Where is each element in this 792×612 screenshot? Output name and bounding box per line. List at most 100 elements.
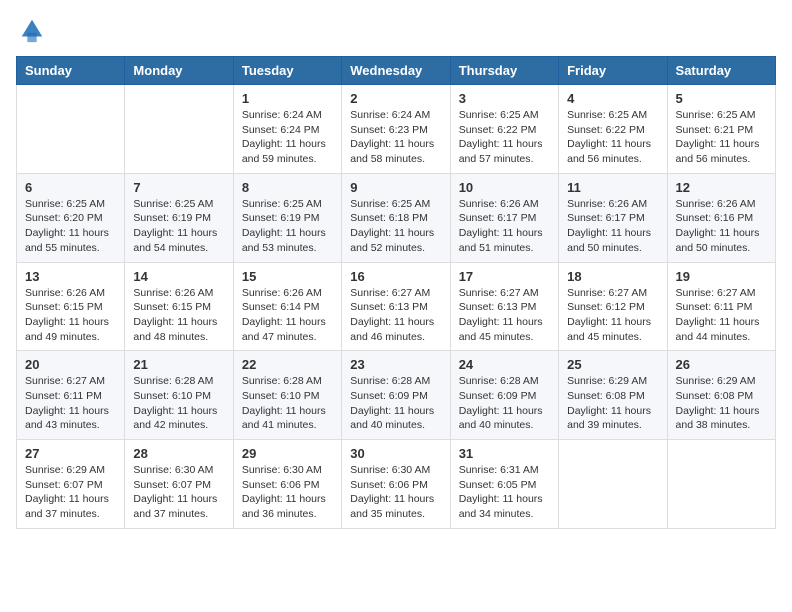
day-info: Sunrise: 6:27 AM Sunset: 6:13 PM Dayligh… xyxy=(459,286,550,345)
calendar-cell: 10 Sunrise: 6:26 AM Sunset: 6:17 PM Dayli… xyxy=(450,173,558,262)
day-number: 20 xyxy=(25,357,116,372)
calendar-cell: 23 Sunrise: 6:28 AM Sunset: 6:09 PM Dayli… xyxy=(342,351,450,440)
day-number: 10 xyxy=(459,180,550,195)
day-info: Sunrise: 6:28 AM Sunset: 6:10 PM Dayligh… xyxy=(242,374,333,433)
calendar-table: SundayMondayTuesdayWednesdayThursdayFrid… xyxy=(16,56,776,529)
day-number: 1 xyxy=(242,91,333,106)
calendar-cell: 8Sunrise: 6:25 AM Sunset: 6:19 PM Daylig… xyxy=(233,173,341,262)
day-info: Sunrise: 6:28 AM Sunset: 6:09 PM Dayligh… xyxy=(350,374,441,433)
day-number: 23 xyxy=(350,357,441,372)
calendar-week-row: 6 Sunrise: 6:25 AM Sunset: 6:20 PM Daylig… xyxy=(17,173,776,262)
day-number: 11 xyxy=(567,180,658,195)
calendar-cell: 6 Sunrise: 6:25 AM Sunset: 6:20 PM Daylig… xyxy=(17,173,125,262)
calendar-cell: 20 Sunrise: 6:27 AM Sunset: 6:11 PM Dayli… xyxy=(17,351,125,440)
calendar-cell: 1 Sunrise: 6:24 AM Sunset: 6:24 PM Daylig… xyxy=(233,85,341,174)
page-header xyxy=(16,16,776,44)
day-info: Sunrise: 6:24 AM Sunset: 6:23 PM Dayligh… xyxy=(350,108,441,167)
day-number: 26 xyxy=(676,357,767,372)
day-info: Sunrise: 6:31 AM Sunset: 6:05 PM Dayligh… xyxy=(459,463,550,522)
day-number: 3 xyxy=(459,91,550,106)
calendar-cell: 7 Sunrise: 6:25 AM Sunset: 6:19 PM Daylig… xyxy=(125,173,233,262)
day-info: Sunrise: 6:25 AM Sunset: 6:22 PM Dayligh… xyxy=(459,108,550,167)
day-number: 7 xyxy=(133,180,224,195)
day-number: 4 xyxy=(567,91,658,106)
day-info: Sunrise: 6:26 AM Sunset: 6:14 PM Dayligh… xyxy=(242,286,333,345)
day-number: 2 xyxy=(350,91,441,106)
day-info: Sunrise: 6:26 AM Sunset: 6:16 PM Dayligh… xyxy=(676,197,767,256)
day-number: 29 xyxy=(242,446,333,461)
weekday-header: Sunday xyxy=(17,57,125,85)
calendar-cell xyxy=(125,85,233,174)
calendar-cell: 24 Sunrise: 6:28 AM Sunset: 6:09 PM Dayli… xyxy=(450,351,558,440)
calendar-cell: 29 Sunrise: 6:30 AM Sunset: 6:06 PM Dayli… xyxy=(233,440,341,529)
day-number: 18 xyxy=(567,269,658,284)
weekday-header: Wednesday xyxy=(342,57,450,85)
calendar-cell: 27Sunrise: 6:29 AM Sunset: 6:07 PM Dayli… xyxy=(17,440,125,529)
weekday-header: Thursday xyxy=(450,57,558,85)
calendar-cell: 21 Sunrise: 6:28 AM Sunset: 6:10 PM Dayli… xyxy=(125,351,233,440)
day-info: Sunrise: 6:25 AM Sunset: 6:21 PM Dayligh… xyxy=(676,108,767,167)
day-info: Sunrise: 6:28 AM Sunset: 6:10 PM Dayligh… xyxy=(133,374,224,433)
weekday-header: Friday xyxy=(559,57,667,85)
calendar-cell: 18 Sunrise: 6:27 AM Sunset: 6:12 PM Dayli… xyxy=(559,262,667,351)
day-info: Sunrise: 6:24 AM Sunset: 6:24 PM Dayligh… xyxy=(242,108,333,167)
calendar-cell: 22 Sunrise: 6:28 AM Sunset: 6:10 PM Dayli… xyxy=(233,351,341,440)
day-info: Sunrise: 6:30 AM Sunset: 6:07 PM Dayligh… xyxy=(133,463,224,522)
day-number: 21 xyxy=(133,357,224,372)
day-info: Sunrise: 6:30 AM Sunset: 6:06 PM Dayligh… xyxy=(242,463,333,522)
day-number: 14 xyxy=(133,269,224,284)
calendar-cell: 4 Sunrise: 6:25 AM Sunset: 6:22 PM Daylig… xyxy=(559,85,667,174)
day-info: Sunrise: 6:26 AM Sunset: 6:15 PM Dayligh… xyxy=(25,286,116,345)
calendar-cell: 9Sunrise: 6:25 AM Sunset: 6:18 PM Daylig… xyxy=(342,173,450,262)
calendar-cell xyxy=(667,440,775,529)
calendar-week-row: 20 Sunrise: 6:27 AM Sunset: 6:11 PM Dayli… xyxy=(17,351,776,440)
day-info: Sunrise: 6:27 AM Sunset: 6:11 PM Dayligh… xyxy=(676,286,767,345)
calendar-cell: 17 Sunrise: 6:27 AM Sunset: 6:13 PM Dayli… xyxy=(450,262,558,351)
day-number: 22 xyxy=(242,357,333,372)
day-number: 12 xyxy=(676,180,767,195)
day-info: Sunrise: 6:30 AM Sunset: 6:06 PM Dayligh… xyxy=(350,463,441,522)
calendar-cell: 28Sunrise: 6:30 AM Sunset: 6:07 PM Dayli… xyxy=(125,440,233,529)
day-info: Sunrise: 6:26 AM Sunset: 6:17 PM Dayligh… xyxy=(459,197,550,256)
calendar-cell: 14 Sunrise: 6:26 AM Sunset: 6:15 PM Dayli… xyxy=(125,262,233,351)
calendar-cell: 30 Sunrise: 6:30 AM Sunset: 6:06 PM Dayli… xyxy=(342,440,450,529)
day-number: 6 xyxy=(25,180,116,195)
weekday-header: Saturday xyxy=(667,57,775,85)
day-number: 17 xyxy=(459,269,550,284)
logo-icon xyxy=(18,16,46,44)
calendar-cell: 13Sunrise: 6:26 AM Sunset: 6:15 PM Dayli… xyxy=(17,262,125,351)
day-number: 16 xyxy=(350,269,441,284)
day-number: 31 xyxy=(459,446,550,461)
calendar-cell: 2 Sunrise: 6:24 AM Sunset: 6:23 PM Daylig… xyxy=(342,85,450,174)
calendar-cell: 12 Sunrise: 6:26 AM Sunset: 6:16 PM Dayli… xyxy=(667,173,775,262)
calendar-week-row: 1 Sunrise: 6:24 AM Sunset: 6:24 PM Daylig… xyxy=(17,85,776,174)
day-number: 8 xyxy=(242,180,333,195)
day-info: Sunrise: 6:27 AM Sunset: 6:12 PM Dayligh… xyxy=(567,286,658,345)
day-info: Sunrise: 6:26 AM Sunset: 6:15 PM Dayligh… xyxy=(133,286,224,345)
calendar-cell xyxy=(559,440,667,529)
calendar-week-row: 13Sunrise: 6:26 AM Sunset: 6:15 PM Dayli… xyxy=(17,262,776,351)
day-number: 15 xyxy=(242,269,333,284)
calendar-cell: 31 Sunrise: 6:31 AM Sunset: 6:05 PM Dayli… xyxy=(450,440,558,529)
calendar-week-row: 27Sunrise: 6:29 AM Sunset: 6:07 PM Dayli… xyxy=(17,440,776,529)
day-info: Sunrise: 6:28 AM Sunset: 6:09 PM Dayligh… xyxy=(459,374,550,433)
calendar-cell: 3 Sunrise: 6:25 AM Sunset: 6:22 PM Daylig… xyxy=(450,85,558,174)
day-info: Sunrise: 6:29 AM Sunset: 6:07 PM Dayligh… xyxy=(25,463,116,522)
calendar-cell: 25Sunrise: 6:29 AM Sunset: 6:08 PM Dayli… xyxy=(559,351,667,440)
day-info: Sunrise: 6:26 AM Sunset: 6:17 PM Dayligh… xyxy=(567,197,658,256)
day-number: 9 xyxy=(350,180,441,195)
day-info: Sunrise: 6:25 AM Sunset: 6:20 PM Dayligh… xyxy=(25,197,116,256)
day-number: 30 xyxy=(350,446,441,461)
calendar-cell: 16 Sunrise: 6:27 AM Sunset: 6:13 PM Dayli… xyxy=(342,262,450,351)
day-info: Sunrise: 6:27 AM Sunset: 6:11 PM Dayligh… xyxy=(25,374,116,433)
day-number: 19 xyxy=(676,269,767,284)
calendar-cell: 15 Sunrise: 6:26 AM Sunset: 6:14 PM Dayli… xyxy=(233,262,341,351)
weekday-header: Tuesday xyxy=(233,57,341,85)
calendar-cell xyxy=(17,85,125,174)
calendar-cell: 5 Sunrise: 6:25 AM Sunset: 6:21 PM Daylig… xyxy=(667,85,775,174)
day-info: Sunrise: 6:27 AM Sunset: 6:13 PM Dayligh… xyxy=(350,286,441,345)
day-info: Sunrise: 6:25 AM Sunset: 6:19 PM Dayligh… xyxy=(133,197,224,256)
day-number: 5 xyxy=(676,91,767,106)
day-info: Sunrise: 6:25 AM Sunset: 6:22 PM Dayligh… xyxy=(567,108,658,167)
day-number: 24 xyxy=(459,357,550,372)
